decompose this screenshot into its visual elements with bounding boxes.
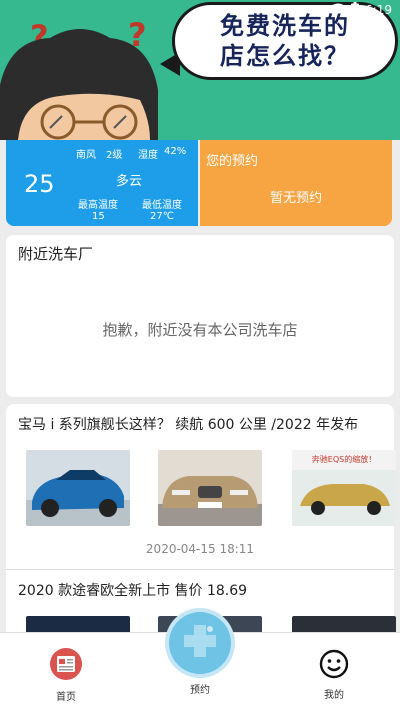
max-temp-label: 最高温度	[78, 200, 118, 211]
wind-direction: 南风	[76, 150, 96, 161]
status-time: 6:19	[365, 3, 392, 17]
reserve-center-button[interactable]	[165, 608, 235, 678]
home-news-icon	[49, 648, 83, 684]
smiley-icon	[319, 649, 349, 682]
battery-icon	[351, 2, 360, 18]
humidity-value: 42%	[164, 146, 187, 157]
min-temp-label: 最低温度	[142, 200, 182, 211]
nav-mine[interactable]: 我的	[304, 647, 364, 701]
nearby-empty-text: 抱歉，附近没有本公司洗车店	[102, 321, 298, 339]
max-temp-value: 15	[92, 211, 105, 222]
news-thumbnail[interactable]	[158, 450, 262, 526]
wifi-icon	[331, 3, 346, 18]
nav-home[interactable]: 首页	[36, 647, 96, 703]
weather-condition: 多云	[116, 174, 143, 189]
nearby-carwash-card: 附近洗车厂 抱歉，附近没有本公司洗车店	[6, 235, 394, 397]
nav-home-label: 首页	[56, 692, 76, 703]
news-date: 2020-04-15 18:11	[145, 542, 255, 556]
medical-cross-icon	[180, 621, 220, 665]
nav-mine-label: 我的	[324, 690, 344, 701]
current-temperature: 25	[24, 170, 55, 198]
humidity-label: 湿度	[138, 150, 158, 161]
reservation-card[interactable]: 您的预约 暂无预约	[200, 140, 392, 226]
news-thumbnail[interactable]	[26, 450, 130, 526]
weather-card: 南风 2级 湿度 42% 25 多云 最高温度 15 最低温度 27℃	[6, 140, 198, 226]
reservation-title: 您的预约	[206, 154, 259, 169]
news-title[interactable]: 宝马 i 系列旗舰长这样？ 续航 600 公里 /2022 年发布	[18, 414, 358, 434]
promo-banner[interactable]: 6:19 ? ? 免费洗车的 店怎么找？	[0, 0, 400, 140]
status-bar: 6:19	[331, 2, 392, 18]
wind-level: 2级	[106, 150, 123, 161]
news-title[interactable]: 2020 款途睿欧全新上市 售价 18.69	[18, 580, 247, 600]
list-item[interactable]: 宝马 i 系列旗舰长这样？ 续航 600 公里 /2022 年发布 奔驰EQS的…	[6, 404, 396, 569]
min-temp-value: 27℃	[150, 211, 174, 222]
nearby-title: 附近洗车厂	[18, 245, 94, 263]
banner-line-2: 店怎么找？	[220, 42, 350, 70]
reservation-empty-text: 暂无预约	[269, 191, 322, 206]
news-thumbnail[interactable]: 奔驰EQS的缩放！	[292, 450, 396, 526]
nav-reserve-label: 预约	[190, 685, 210, 696]
thumbnail-caption: 奔驰EQS的缩放！	[312, 454, 376, 464]
